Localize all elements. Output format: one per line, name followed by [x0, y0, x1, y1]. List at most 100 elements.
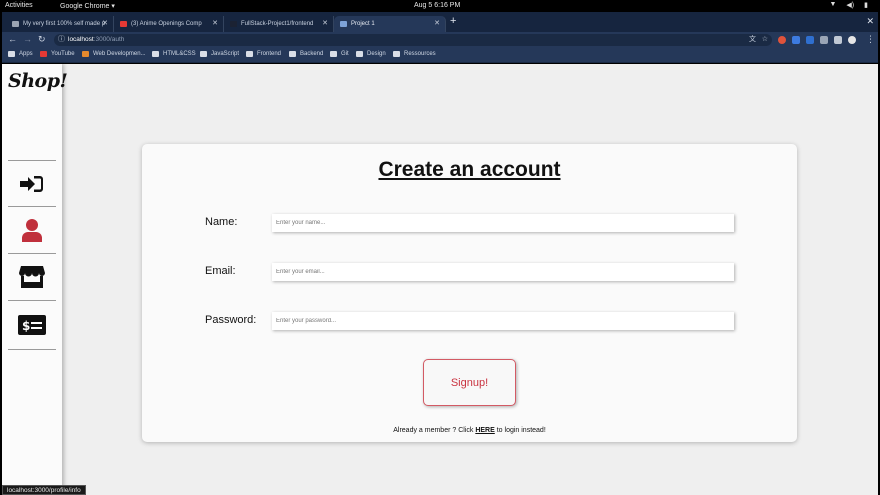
- folder-icon: [393, 51, 400, 57]
- extension-icon[interactable]: [778, 36, 786, 44]
- password-input[interactable]: [272, 312, 734, 330]
- bookmark-label: Ressources: [404, 51, 436, 57]
- status-bar-url: localhost:3000/profile/info: [2, 485, 86, 495]
- bookmark-apps[interactable]: Apps: [8, 51, 33, 57]
- email-input[interactable]: [272, 263, 734, 281]
- menu-kebab-icon[interactable]: ⋮: [866, 34, 875, 45]
- tab-strip: My very first 100% self made p ✕ (3) Ani…: [2, 12, 878, 32]
- screen: Activities Google Chrome ▾ Aug 5 6:16 PM…: [2, 0, 878, 495]
- extension-icon[interactable]: [806, 36, 814, 44]
- browser-tab[interactable]: My very first 100% self made p ✕: [6, 16, 114, 32]
- bookmark-folder[interactable]: JavaScript: [200, 51, 239, 57]
- sidebar-item-billing[interactable]: $: [8, 302, 56, 348]
- star-icon[interactable]: ☆: [762, 34, 768, 46]
- tab-label: FullStack-Project1/frontend: [241, 21, 314, 27]
- url-host: localhost: [68, 36, 94, 43]
- login-prompt: Already a member ? Click HERE to login i…: [142, 427, 797, 434]
- tab-close-icon[interactable]: ✕: [434, 19, 440, 27]
- tab-favicon: [12, 21, 19, 27]
- bookmark-folder[interactable]: Ressources: [393, 51, 436, 57]
- os-top-bar: Activities Google Chrome ▾ Aug 5 6:16 PM…: [2, 0, 878, 12]
- divider: [8, 349, 56, 350]
- folder-icon: [330, 51, 337, 57]
- bookmark-label: HTML&CSS: [163, 51, 196, 57]
- tab-close-icon[interactable]: ✕: [102, 19, 108, 27]
- sidebar-item-profile[interactable]: [8, 207, 56, 253]
- clock[interactable]: Aug 5 6:16 PM: [414, 2, 460, 9]
- reload-icon[interactable]: ↻: [38, 34, 46, 45]
- sidebar: Shop! $: [2, 64, 68, 495]
- battery-icon: ▮: [864, 2, 868, 9]
- bookmark-folder[interactable]: Design: [356, 51, 386, 57]
- sidebar-item-login[interactable]: [8, 161, 56, 207]
- divider: [8, 300, 56, 301]
- bookmark-label: Web Developmen...: [93, 51, 146, 57]
- translate-icon[interactable]: 文: [749, 34, 756, 46]
- folder-icon: [152, 51, 159, 57]
- window-close-icon[interactable]: ✕: [866, 16, 874, 27]
- user-icon: [22, 219, 42, 242]
- network-icon: ▼: [829, 1, 837, 8]
- extension-icon[interactable]: [792, 36, 800, 44]
- bookmark-folder[interactable]: Git: [330, 51, 349, 57]
- tab-label: My very first 100% self made p: [23, 21, 106, 27]
- email-label: Email:: [205, 265, 236, 277]
- name-label: Name:: [205, 216, 238, 228]
- activities-button[interactable]: Activities: [5, 2, 33, 9]
- login-link[interactable]: HERE: [475, 427, 494, 434]
- bookmark-label: YouTube: [51, 51, 75, 57]
- bookmark-label: Apps: [19, 51, 33, 57]
- page-viewport: Shop! $ Create an account Name: Enter yo…: [2, 64, 878, 495]
- tab-close-icon[interactable]: ✕: [212, 19, 218, 27]
- bookmark-folder[interactable]: Frontend: [246, 51, 281, 57]
- bookmark-label: JavaScript: [211, 51, 240, 57]
- web-icon: [82, 51, 89, 57]
- volume-icon: ◀): [846, 2, 855, 9]
- bookmarks-bar: Apps YouTube Web Developmen... HTML&CSS …: [2, 48, 878, 63]
- bookmark-youtube[interactable]: YouTube: [40, 51, 75, 57]
- svg-text:$: $: [22, 319, 30, 333]
- login-prompt-text-end: to login instead!: [494, 427, 546, 434]
- address-bar[interactable]: ⓘ localhost:3000/auth 文 ☆: [54, 34, 772, 46]
- sign-in-icon: [20, 176, 43, 192]
- forward-icon[interactable]: →: [23, 34, 32, 44]
- login-prompt-text: Already a member ? Click: [393, 427, 476, 434]
- tab-close-icon[interactable]: ✕: [322, 19, 328, 27]
- folder-icon: [246, 51, 253, 57]
- browser-tab[interactable]: (3) Anime Openings Comp ✕: [114, 16, 224, 32]
- youtube-icon: [40, 51, 47, 57]
- tab-label: (3) Anime Openings Comp: [131, 21, 202, 27]
- tab-label: Project 1: [351, 21, 375, 27]
- avatar[interactable]: [848, 36, 856, 44]
- extension-icon[interactable]: [834, 36, 842, 44]
- sidebar-item-store[interactable]: [8, 254, 56, 300]
- back-icon[interactable]: ←: [8, 34, 17, 44]
- url-path: :3000/auth: [93, 36, 125, 43]
- folder-icon: [356, 51, 363, 57]
- browser-tab[interactable]: FullStack-Project1/frontend ✕: [224, 16, 334, 32]
- app-menu[interactable]: Google Chrome ▾: [60, 2, 115, 10]
- tab-favicon: [120, 21, 127, 27]
- folder-icon: [200, 51, 207, 57]
- folder-icon: [289, 51, 296, 57]
- bookmark-folder[interactable]: HTML&CSS: [152, 51, 196, 57]
- info-icon[interactable]: ⓘ: [58, 34, 65, 46]
- money-check-icon: $: [18, 315, 46, 335]
- toolbar: ← → ↻ ⓘ localhost:3000/auth 文 ☆ ⋮: [2, 32, 878, 48]
- name-input[interactable]: [272, 214, 734, 232]
- new-tab-button[interactable]: +: [450, 15, 456, 27]
- password-label: Password:: [205, 314, 257, 326]
- extensions-puzzle-icon[interactable]: [820, 36, 828, 44]
- shop-logo[interactable]: Shop!: [8, 70, 68, 92]
- store-icon: [19, 266, 45, 288]
- signup-button[interactable]: Signup!: [423, 359, 516, 406]
- browser-tab-active[interactable]: Project 1 ✕: [334, 16, 446, 32]
- bookmark-label: Git: [341, 51, 349, 57]
- tab-favicon: [230, 21, 237, 27]
- system-tray[interactable]: ▼ ◀) ▮: [829, 1, 868, 9]
- tab-favicon: [340, 21, 347, 27]
- bookmark-label: Design: [367, 51, 386, 57]
- signup-card: Create an account Name: Email: Password:…: [142, 144, 797, 442]
- bookmark-folder[interactable]: Backend: [289, 51, 323, 57]
- bookmark-web-development[interactable]: Web Developmen...: [82, 51, 146, 57]
